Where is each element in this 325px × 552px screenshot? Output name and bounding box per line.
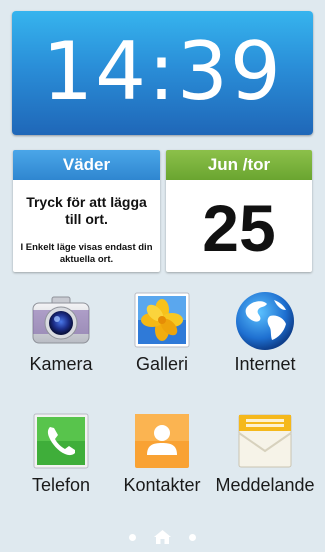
calendar-widget[interactable]: Jun /tor 25 <box>166 150 312 272</box>
calendar-header: Jun /tor <box>166 150 312 180</box>
clock-widget[interactable]: 14:39 <box>12 11 313 135</box>
weather-header: Väder <box>13 150 160 180</box>
app-internet[interactable]: Internet <box>215 292 315 374</box>
app-label: Telefon <box>31 475 91 495</box>
app-label: Galleri <box>135 354 188 374</box>
contacts-icon <box>131 413 193 469</box>
clock-time: 14:39 <box>42 24 283 118</box>
globe-icon <box>234 292 296 350</box>
app-telefon[interactable]: Telefon <box>11 413 111 495</box>
camera-icon <box>30 292 92 348</box>
app-label: Meddelande <box>215 475 315 495</box>
phone-icon <box>30 413 92 469</box>
weather-note: I Enkelt läge visas endast din aktuella … <box>20 242 153 265</box>
message-icon <box>234 413 296 469</box>
page-indicator <box>0 530 325 544</box>
home-icon[interactable] <box>154 530 171 544</box>
app-galleri[interactable]: Galleri <box>112 292 212 374</box>
page-dot[interactable] <box>129 534 136 541</box>
app-label: Internet <box>234 354 296 374</box>
gallery-icon <box>131 292 193 348</box>
app-meddelande[interactable]: Meddelande <box>215 413 315 495</box>
app-label: Kontakter <box>123 475 201 495</box>
app-kontakter[interactable]: Kontakter <box>112 413 212 495</box>
app-kamera[interactable]: Kamera <box>11 292 111 374</box>
weather-prompt: Tryck för att lägga till ort. <box>26 194 147 227</box>
calendar-day: 25 <box>202 191 276 265</box>
app-label: Kamera <box>29 354 93 374</box>
weather-widget[interactable]: Väder Tryck för att lägga till ort. I En… <box>13 150 160 272</box>
page-dot[interactable] <box>189 534 196 541</box>
